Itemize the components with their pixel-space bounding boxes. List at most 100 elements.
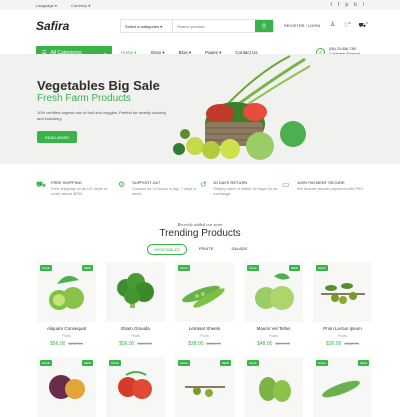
product-card[interactable]: SALE Letraset Sheets Fruits $38.00 $282.0…: [175, 262, 234, 347]
instagram-icon[interactable]: i: [363, 2, 364, 8]
social-links: t f p b i: [331, 2, 364, 8]
feature-text: We ensure secure payment with PEV: [297, 185, 364, 191]
product-name[interactable]: Aliquam Consequat: [37, 326, 96, 331]
cart-button[interactable]: ⛟0: [358, 21, 367, 30]
product-image[interactable]: SALE: [175, 262, 234, 322]
search-input[interactable]: [173, 20, 255, 32]
section-title: Trending Products: [159, 228, 241, 239]
price-current: $36.00: [326, 341, 342, 347]
product-price: $38.00 $282.00: [175, 341, 234, 347]
header: Safira Select a categories ▾ ⚲ REGISTER …: [0, 10, 400, 42]
product-price: $36.00 $362.00: [313, 341, 372, 347]
product-card[interactable]: SALE: [106, 357, 165, 417]
search-icon: ⚲: [261, 23, 267, 30]
price-old: $422.00: [137, 341, 152, 346]
product-image[interactable]: SALE NEW: [37, 357, 96, 417]
product-image[interactable]: SALE NEW: [175, 357, 234, 417]
feature-text: Contact us 24 hours a day, 7 days a week: [132, 185, 196, 197]
hero-title: Vegetables Big Sale: [37, 78, 160, 93]
feature-free-shipping: ⛟ FREE SHIPPING Free shipping on all US or…: [36, 180, 118, 197]
hero-text: 10% certified-organic mix of fruit and v…: [37, 110, 166, 121]
new-badge: NEW: [289, 265, 300, 271]
product-name[interactable]: Letraset Sheets: [175, 326, 234, 331]
new-badge: NEW: [220, 360, 231, 366]
sale-badge: SALE: [40, 360, 52, 366]
currency-label: Currency: [70, 2, 88, 8]
price-current: $56.00: [50, 341, 66, 347]
price-old: $282.00: [206, 341, 221, 346]
cart-icon: ⛟: [358, 23, 367, 29]
sale-badge: SALE: [316, 265, 328, 271]
feature-payment: ▭ 100% PAYMENT SECURE We ensure secure pay…: [282, 180, 364, 197]
truck-icon: ⛟: [36, 180, 47, 189]
currency-select[interactable]: Currency ▾: [71, 3, 90, 8]
product-grid-row-2: SALE NEW SALE SALE NEW SALE SALE NEW: [37, 357, 372, 417]
pinterest-icon[interactable]: p: [345, 2, 348, 8]
hero-subtitle: Fresh Farm Products: [37, 93, 131, 104]
language-label: Language: [36, 2, 54, 8]
product-name[interactable]: Etiam Gravida: [106, 326, 165, 331]
price-current: $38.00: [188, 341, 204, 347]
feature-text: Simply return it within 30 days for an e…: [213, 185, 278, 197]
product-card[interactable]: SALE NEW: [175, 357, 234, 417]
product-card[interactable]: SALE Proin Lectus Ipsum Fruits $36.00 $36…: [313, 262, 372, 347]
product-tabs: VEGETABLES FRUITE SALADS: [0, 244, 400, 255]
product-image[interactable]: SALE: [313, 262, 372, 322]
product-image[interactable]: SALE: [106, 357, 165, 417]
product-image[interactable]: SALE NEW: [313, 357, 372, 417]
tab-vegetables[interactable]: VEGETABLES: [146, 244, 187, 255]
sale-badge: SALE: [40, 265, 52, 271]
product-image[interactable]: [106, 262, 165, 322]
product-name[interactable]: Proin Lectus Ipsum: [313, 326, 372, 331]
wishlist-button[interactable]: ♡0: [343, 21, 350, 30]
user-icon[interactable]: ♙: [330, 21, 335, 30]
cart-count: 0: [366, 21, 368, 25]
product-card[interactable]: SALE NEW: [37, 357, 96, 417]
site-logo[interactable]: Safira: [36, 19, 120, 33]
category-select-label: Select a categories: [125, 23, 160, 29]
price-old: $362.00: [344, 341, 359, 346]
vegetable-basket-image: [173, 55, 311, 160]
product-category: Fruits: [62, 334, 71, 338]
product-name[interactable]: Mauris Vel Tellus: [244, 326, 303, 331]
feature-return: ↺ 30 DAYS RETURN Simply return it within 3…: [200, 180, 282, 197]
feature-support: ⚙ SUPPORT 24/7 Contact us 24 hours a day, …: [118, 180, 200, 197]
product-card[interactable]: SALE: [244, 357, 303, 417]
product-category: Fruits: [131, 334, 140, 338]
product-card[interactable]: SALE NEW Mauris Vel Tellus Fruits $48.00…: [244, 262, 303, 347]
hero-banner: Vegetables Big Sale Fresh Farm Products …: [0, 54, 400, 164]
product-card[interactable]: Etiam Gravida Fruits $56.00 $422.00: [106, 262, 165, 347]
register-login-link[interactable]: REGISTER / LOGIN: [284, 23, 320, 28]
twitter-icon[interactable]: t: [331, 2, 332, 8]
sale-badge: SALE: [316, 360, 328, 366]
sale-badge: SALE: [247, 265, 259, 271]
header-icons: ♙ ♡0 ⛟0: [330, 21, 368, 30]
product-grid: SALE NEW Aliquam Consequat Fruits $56.00…: [37, 262, 372, 347]
product-card[interactable]: SALE NEW Aliquam Consequat Fruits $56.00…: [37, 262, 96, 347]
price-current: $48.00: [257, 341, 273, 347]
section-subtitle: Recently added our store: [177, 222, 223, 227]
search-box: Select a categories ▾ ⚲: [120, 19, 274, 33]
facebook-icon[interactable]: f: [338, 2, 339, 8]
product-image[interactable]: SALE NEW: [244, 262, 303, 322]
product-image[interactable]: SALE NEW: [37, 262, 96, 322]
read-more-button[interactable]: READ MORE: [37, 131, 77, 143]
search-button[interactable]: ⚲: [255, 20, 273, 32]
product-card[interactable]: SALE NEW: [313, 357, 372, 417]
support-icon: ⚙: [118, 180, 126, 189]
price-current: $56.00: [119, 341, 135, 347]
wishlist-count: 0: [348, 21, 351, 25]
new-badge: NEW: [82, 360, 93, 366]
price-old: $297.00: [275, 341, 290, 346]
behance-icon[interactable]: b: [354, 2, 357, 8]
sale-badge: SALE: [247, 360, 259, 366]
category-select[interactable]: Select a categories ▾: [121, 20, 173, 32]
language-select[interactable]: Language ▾: [36, 3, 57, 8]
product-price: $56.00 $422.00: [106, 341, 165, 347]
features-bar: ⛟ FREE SHIPPING Free shipping on all US or…: [36, 180, 364, 197]
product-image[interactable]: SALE: [244, 357, 303, 417]
product-category: Fruits: [200, 334, 209, 338]
product-price: $48.00 $297.00: [244, 341, 303, 347]
tab-salads[interactable]: SALADS: [225, 244, 253, 255]
tab-fruite[interactable]: FRUITE: [193, 244, 219, 255]
